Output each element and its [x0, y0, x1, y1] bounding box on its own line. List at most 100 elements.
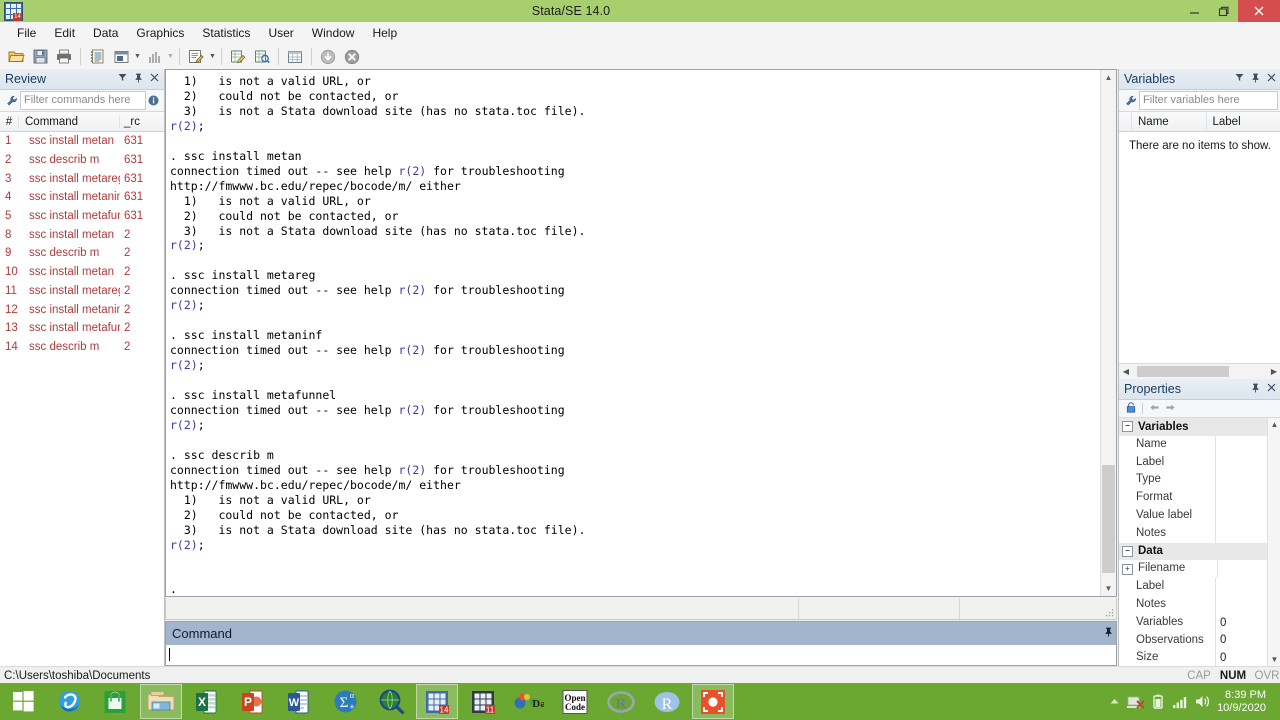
results-horizontal-scroll-strip[interactable]	[165, 598, 1117, 620]
network-error-icon[interactable]	[1125, 683, 1147, 720]
review-row[interactable]: 12 ssc install metaninf 2	[0, 300, 164, 319]
results-link-r2[interactable]: r(2)	[170, 119, 198, 133]
back-arrow-icon[interactable]	[1146, 403, 1162, 415]
filter-icon[interactable]	[116, 73, 129, 85]
resize-grip[interactable]	[1102, 598, 1116, 619]
taskbar-internet-explorer[interactable]	[48, 684, 90, 719]
results-link-r2[interactable]: r(2)	[398, 463, 426, 477]
properties-row[interactable]: Notes	[1119, 524, 1280, 543]
variables-scroll-track[interactable]	[1133, 366, 1267, 377]
review-col-rc[interactable]: _rc	[120, 116, 164, 128]
properties-group-row[interactable]: − Variables	[1119, 418, 1280, 436]
taskbar-r[interactable]: R	[646, 684, 688, 719]
forward-arrow-icon[interactable]	[1162, 403, 1178, 415]
chevron-down-icon-do[interactable]: ▼	[208, 46, 217, 67]
close-icon-variables[interactable]	[1265, 73, 1278, 85]
scroll-down-icon-properties[interactable]: ▼	[1271, 653, 1279, 666]
close-icon-review[interactable]	[148, 73, 161, 85]
taskbar-open-code[interactable]: Open Code	[554, 684, 596, 719]
taskbar-geoda[interactable]: Da	[508, 684, 550, 719]
data-editor-browse-icon[interactable]	[251, 46, 273, 67]
properties-group-row[interactable]: − Data	[1119, 542, 1280, 561]
taskbar-excel[interactable]: X	[186, 684, 228, 719]
properties-row[interactable]: + Filename	[1119, 560, 1280, 579]
table-grid-icon[interactable]	[284, 46, 306, 67]
maximize-icon[interactable]	[1209, 0, 1238, 22]
results-scroll-track[interactable]	[1101, 85, 1116, 581]
properties-row[interactable]: Name	[1119, 435, 1280, 454]
properties-row[interactable]: Label	[1119, 578, 1280, 596]
review-row[interactable]: 1 ssc install metan 631	[0, 132, 164, 151]
properties-row[interactable]: Value label	[1119, 506, 1280, 525]
results-link-r2[interactable]: r(2)	[398, 343, 426, 357]
chevron-down-icon[interactable]: ▼	[133, 46, 142, 67]
battery-icon[interactable]	[1147, 683, 1169, 720]
menu-item-file[interactable]: File	[8, 24, 45, 42]
menu-item-data[interactable]: Data	[84, 24, 127, 42]
variables-col-name[interactable]: Name	[1132, 112, 1207, 131]
pin-icon[interactable]	[132, 73, 145, 86]
taskbar-stata-11[interactable]: 11	[462, 684, 504, 719]
results-link-r2[interactable]: r(2)	[170, 298, 198, 312]
do-file-editor-icon[interactable]	[185, 46, 207, 67]
scroll-left-icon[interactable]: ◀	[1119, 367, 1133, 376]
taskbar-screen-recorder[interactable]	[692, 684, 734, 719]
taskbar-powerpoint[interactable]: P	[232, 684, 274, 719]
properties-row[interactable]: Observations 0	[1119, 631, 1280, 650]
taskbar-word[interactable]: W	[278, 684, 320, 719]
results-link-r2[interactable]: r(2)	[170, 238, 198, 252]
close-icon[interactable]	[1238, 0, 1280, 22]
properties-scrollbar[interactable]: ▲ ▼	[1267, 418, 1280, 666]
log-notebook-icon[interactable]	[86, 46, 108, 67]
results-link-r2[interactable]: r(2)	[398, 283, 426, 297]
menu-item-help[interactable]: Help	[363, 24, 406, 42]
command-input[interactable]	[166, 645, 1116, 665]
variables-scroll-thumb[interactable]	[1137, 366, 1229, 377]
variables-col-label[interactable]: Label	[1207, 112, 1280, 131]
taskbar-file-explorer[interactable]	[140, 684, 182, 719]
circle-down-arrow-icon[interactable]	[317, 46, 339, 67]
results-link-r2[interactable]: r(2)	[398, 164, 426, 178]
review-filter-input[interactable]: Filter commands here	[20, 91, 146, 110]
variables-horizontal-scrollbar[interactable]: ◀ ▶	[1119, 363, 1280, 379]
menu-item-graphics[interactable]: Graphics	[127, 24, 193, 42]
review-row[interactable]: 14 ssc describ m 2	[0, 338, 164, 357]
properties-row[interactable]: Type	[1119, 471, 1280, 490]
wrench-icon[interactable]	[3, 95, 20, 107]
variables-filter-input[interactable]: Filter variables here	[1139, 91, 1278, 110]
pin-icon-command[interactable]	[1100, 627, 1116, 640]
properties-row[interactable]: Notes	[1119, 595, 1280, 614]
review-row[interactable]: 5 ssc install metafun... 631	[0, 207, 164, 226]
scroll-right-icon[interactable]: ▶	[1267, 367, 1280, 376]
review-row[interactable]: 4 ssc install metaninf 631	[0, 188, 164, 207]
expander-icon[interactable]: +	[1122, 563, 1133, 575]
review-row[interactable]: 11 ssc install metareg 2	[0, 282, 164, 301]
results-link-r2[interactable]: r(2)	[170, 358, 198, 372]
volume-icon[interactable]	[1191, 683, 1213, 720]
pin-icon-variables[interactable]	[1249, 73, 1262, 86]
viewer-window-icon[interactable]	[110, 46, 132, 67]
results-vertical-scrollbar[interactable]: ▲ ▼	[1100, 70, 1116, 596]
results-scroll-thumb[interactable]	[1102, 465, 1115, 573]
wrench-icon-variables[interactable]	[1122, 95, 1139, 107]
properties-row[interactable]: Size 0	[1119, 649, 1280, 666]
menu-item-statistics[interactable]: Statistics	[193, 24, 259, 42]
review-row[interactable]: 10 ssc install metan 2	[0, 263, 164, 282]
info-icon[interactable]	[146, 95, 161, 106]
properties-row[interactable]: Label	[1119, 453, 1280, 472]
variables-col-checkbox[interactable]	[1119, 112, 1132, 131]
review-row[interactable]: 9 ssc describ m 2	[0, 244, 164, 263]
results-output-text[interactable]: 1) is not a valid URL, or 2) could not b…	[166, 70, 1100, 596]
taskbar-search-globe[interactable]	[370, 684, 412, 719]
taskbar-clock[interactable]: 8:39 PM 10/9/2020	[1213, 689, 1274, 715]
results-link-r2[interactable]: r(2)	[170, 538, 198, 552]
minimize-icon[interactable]	[1180, 0, 1209, 22]
scroll-down-icon[interactable]: ▼	[1101, 581, 1116, 596]
printer-icon[interactable]	[53, 46, 75, 67]
circle-x-stop-icon[interactable]	[341, 46, 363, 67]
properties-row[interactable]: Variables 0	[1119, 613, 1280, 632]
scroll-up-icon-properties[interactable]: ▲	[1271, 418, 1279, 431]
taskbar-stata-14[interactable]: 14	[416, 684, 458, 719]
close-icon-properties[interactable]	[1265, 383, 1278, 395]
filter-icon-variables[interactable]	[1233, 73, 1246, 85]
